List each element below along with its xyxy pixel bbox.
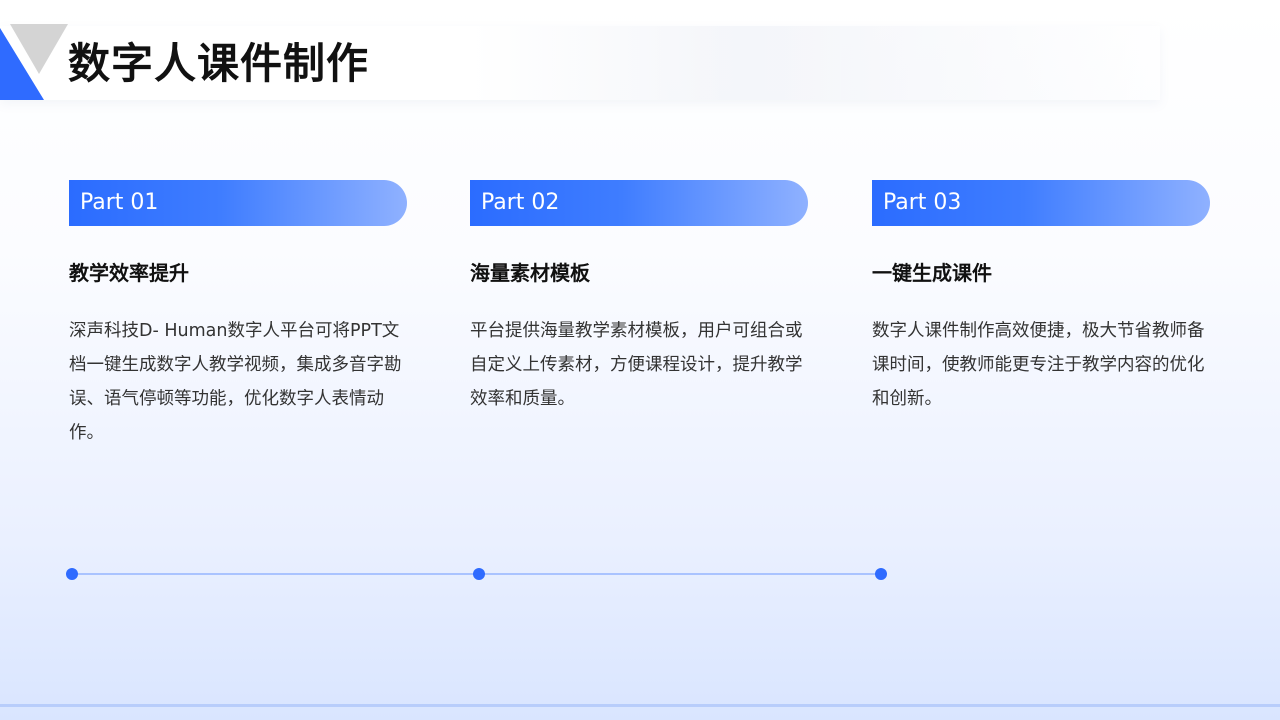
column-body-text: 数字人课件制作高效便捷，极大节省教师备课时间，使教师能更专注于教学内容的优化和创…: [872, 321, 1205, 409]
column-heading: 教学效率提升: [69, 261, 189, 285]
timeline-dot: [875, 568, 887, 580]
column-heading: 一键生成课件: [872, 261, 992, 285]
slide: 数字人课件制作 Part 01 教学效率提升 深声科技D- Human数字人平台…: [0, 0, 1280, 720]
column-body-text: 深声科技D- Human数字人平台可将PPT文档一键生成数字人教学视频，集成多音…: [69, 321, 402, 443]
bottom-divider: [0, 704, 1280, 707]
part-label-pill: Part 03: [872, 180, 1210, 226]
timeline-dot: [473, 568, 485, 580]
column-part-01: Part 01 教学效率提升 深声科技D- Human数字人平台可将PPT文档一…: [69, 180, 407, 450]
column-heading: 海量素材模板: [470, 261, 590, 285]
column-body-text: 平台提供海量教学素材模板，用户可组合或自定义上传素材，方便课程设计，提升教学效率…: [470, 321, 803, 409]
page-title: 数字人课件制作: [68, 39, 370, 88]
column-part-02: Part 02 海量素材模板 平台提供海量教学素材模板，用户可组合或自定义上传素…: [470, 180, 808, 416]
header-band-shade: [470, 26, 1160, 100]
column-part-03: Part 03 一键生成课件 数字人课件制作高效便捷，极大节省教师备课时间，使教…: [872, 180, 1210, 416]
timeline-dot: [66, 568, 78, 580]
corner-gray-triangle: [10, 24, 68, 74]
part-label-pill: Part 01: [69, 180, 407, 226]
part-label-pill: Part 02: [470, 180, 808, 226]
